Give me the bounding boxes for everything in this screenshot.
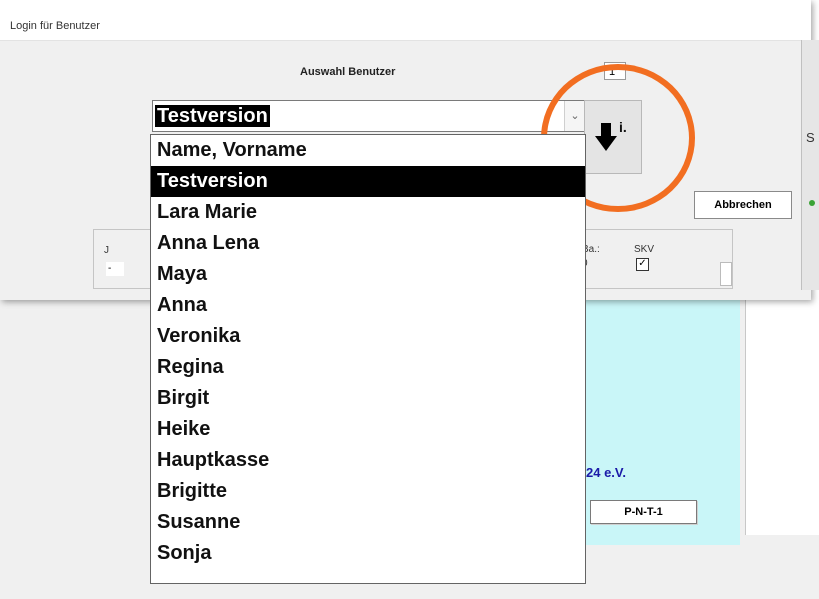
- option-label-left: J: [104, 245, 109, 256]
- dialog-title: Login für Benutzer: [10, 20, 100, 32]
- user-list-item[interactable]: Testversion: [151, 166, 585, 197]
- user-select-label: Auswahl Benutzer: [300, 66, 396, 78]
- status-indicator-icon: [809, 200, 815, 206]
- confirm-login-button[interactable]: i.: [584, 100, 642, 174]
- user-list-item[interactable]: Anna Lena: [151, 228, 585, 259]
- user-list-item[interactable]: Maya: [151, 259, 585, 290]
- code-field[interactable]: P-N-T-1: [590, 500, 697, 524]
- user-list-item[interactable]: Hauptkasse: [151, 445, 585, 476]
- user-combobox[interactable]: Testversion ⌄: [152, 100, 586, 132]
- option-label-skv: SKV: [634, 244, 655, 255]
- combobox-selected-value: Testversion: [155, 105, 270, 127]
- user-list: Name, Vorname Testversion Lara Marie Anna L…: [151, 135, 585, 569]
- cancel-button[interactable]: Abbrechen: [694, 191, 792, 219]
- background-side-panel: [745, 300, 819, 535]
- user-dropdown-list[interactable]: Name, Vorname Testversion Lara Marie Anna L…: [150, 134, 586, 584]
- user-list-item[interactable]: Name, Vorname: [151, 135, 585, 166]
- count-field[interactable]: 1: [604, 62, 626, 80]
- user-list-item[interactable]: Lara Marie: [151, 197, 585, 228]
- confirm-button-label: i.: [619, 119, 627, 135]
- option-field-left[interactable]: -: [106, 262, 124, 276]
- dialog-titlebar: Login für Benutzer: [0, 0, 811, 41]
- option-field-right[interactable]: [720, 262, 732, 286]
- user-list-item[interactable]: Susanne: [151, 507, 585, 538]
- user-list-item[interactable]: Anna: [151, 290, 585, 321]
- user-list-item[interactable]: Birgit: [151, 383, 585, 414]
- chevron-down-icon[interactable]: ⌄: [564, 101, 585, 131]
- organization-text: 24 e.V.: [586, 465, 627, 480]
- user-list-item[interactable]: Regina: [151, 352, 585, 383]
- arrow-down-icon: [595, 123, 617, 156]
- background-edge-label: S: [806, 130, 815, 145]
- skv-checkbox[interactable]: ✓: [636, 258, 649, 271]
- user-list-item[interactable]: Sonja: [151, 538, 585, 569]
- background-window-edge: [801, 40, 819, 290]
- user-list-item[interactable]: Heike: [151, 414, 585, 445]
- user-list-item[interactable]: Brigitte: [151, 476, 585, 507]
- user-list-item[interactable]: Veronika: [151, 321, 585, 352]
